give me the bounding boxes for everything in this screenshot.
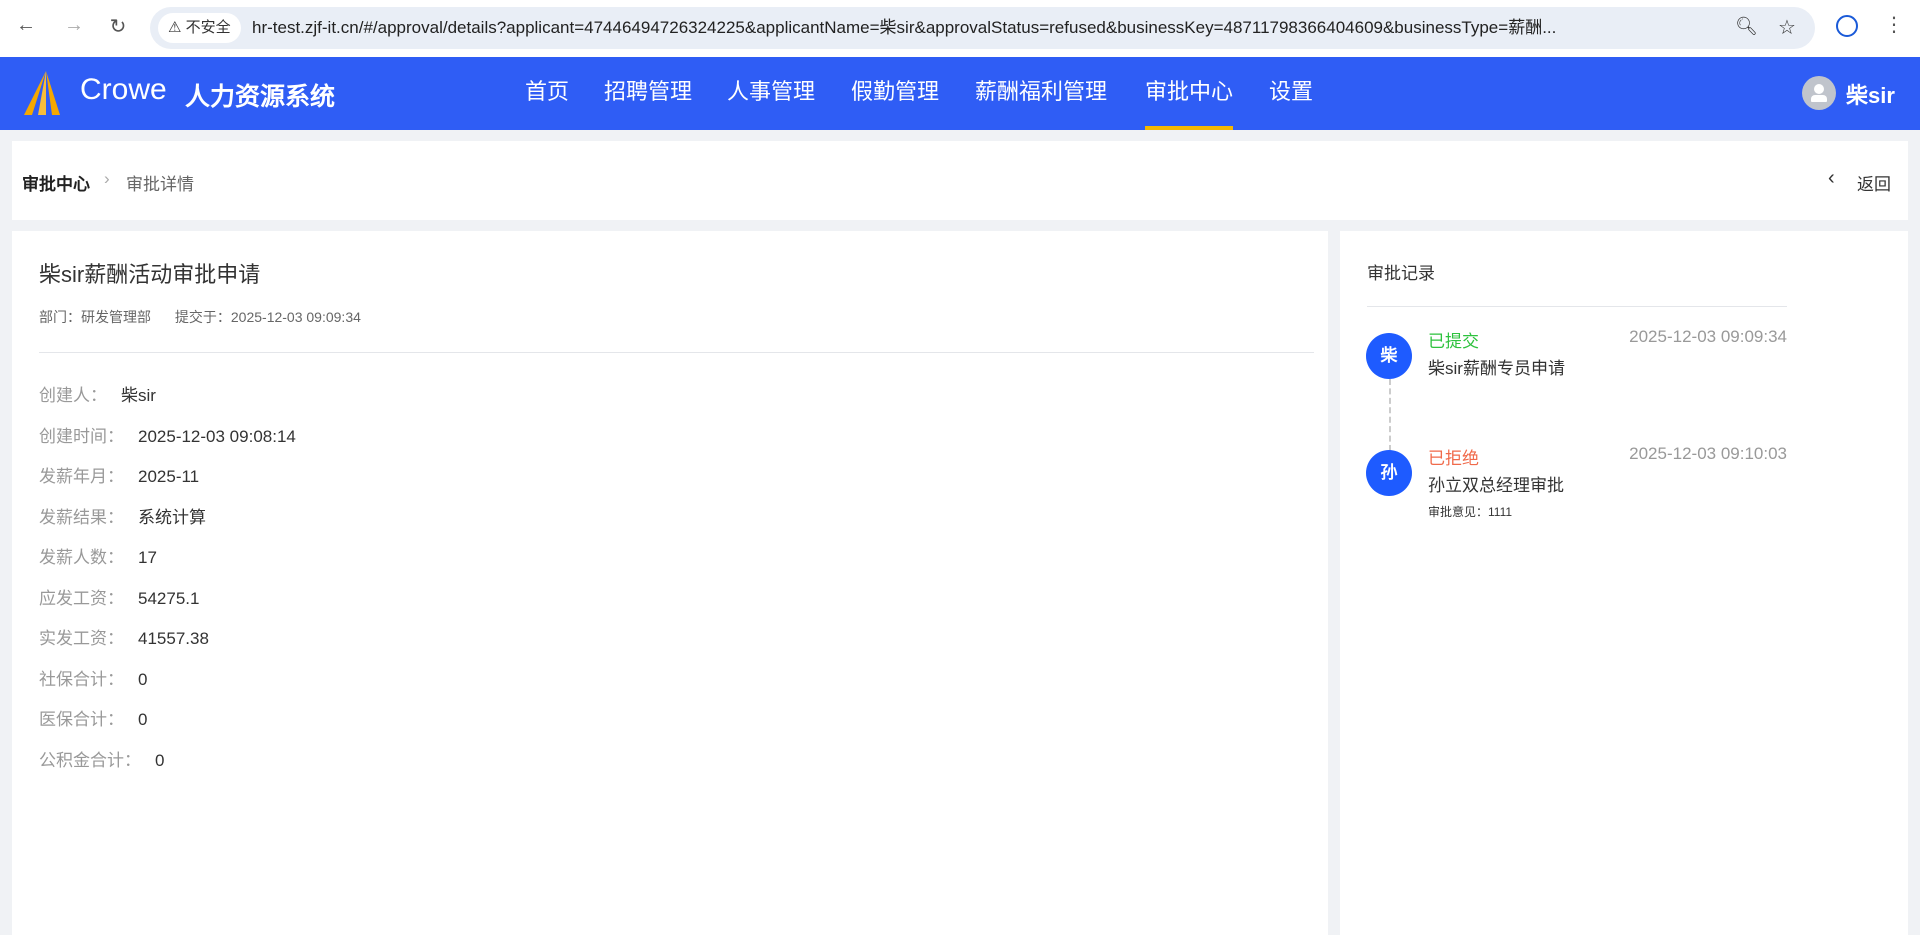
field-label: 发薪年月：: [39, 467, 124, 486]
detail-meta: 部门：研发管理部 提交于：2025-12-03 09:09:34: [39, 307, 361, 327]
field-row: 实发工资： 41557.38: [39, 624, 209, 649]
field-label: 实发工资：: [39, 629, 124, 648]
field-label: 创建时间：: [39, 426, 124, 446]
field-label: 医保合计：: [39, 710, 124, 729]
back-icon[interactable]: ←: [12, 14, 40, 37]
warning-icon: ⚠: [168, 19, 182, 36]
breadcrumb-root[interactable]: 审批中心: [22, 170, 90, 195]
detail-card: 柴sir薪酬活动审批申请 部门：研发管理部 提交于：2025-12-03 09:…: [12, 231, 1328, 812]
field-value: 0: [138, 710, 148, 729]
submit-label: 提交于：: [174, 309, 231, 325]
nav-payroll[interactable]: 薪酬福利管理: [975, 57, 1107, 127]
field-row: 发薪年月： 2025-11: [39, 462, 199, 487]
forward-icon[interactable]: →: [60, 14, 88, 37]
breadcrumb-separator-icon: ›: [104, 169, 110, 188]
field-row: 社保合计： 0: [39, 665, 147, 690]
record-desc: 柴sir薪酬专员申请: [1428, 359, 1565, 378]
browser-toolbar: ← → ↻ ⚠ 不安全 hr-test.zjf-it.cn/#/approval…: [0, 0, 1920, 57]
user-icon: [1814, 84, 1824, 94]
field-row: 创建人： 柴sir: [39, 381, 156, 406]
brand-name: Crowe: [80, 73, 167, 106]
star-icon[interactable]: ☆: [1778, 15, 1796, 40]
field-label: 发薪结果：: [39, 507, 124, 527]
field-value: 系统计算: [138, 507, 206, 527]
top-nav: Crowe 人力资源系统 首页 招聘管理 人事管理 假勤管理 薪酬福利管理 审批…: [0, 57, 1920, 130]
field-row: 应发工资： 54275.1: [39, 584, 199, 609]
field-value: 2025-12-03 09:08:14: [138, 426, 296, 446]
record-avatar: 孙: [1366, 450, 1412, 496]
field-value: 0: [138, 669, 148, 689]
breadcrumb-bar: 审批中心 › 审批详情 ‹ 返回: [12, 141, 1908, 220]
record-item: 柴 已提交 2025-12-03 09:09:34 柴sir薪酬专员申请: [1340, 327, 1908, 443]
field-row: 公积金合计： 0: [39, 746, 164, 771]
field-value: 柴sir: [121, 386, 156, 405]
record-avatar: 柴: [1366, 333, 1412, 379]
record-opinion: 审批意见：1111: [1428, 505, 1513, 519]
field-value: 41557.38: [138, 629, 209, 648]
nav-attendance[interactable]: 假勤管理: [851, 57, 939, 127]
user-name[interactable]: 柴sir: [1846, 78, 1895, 110]
menu-icon[interactable]: ⋮: [1884, 12, 1904, 37]
record-time: 2025-12-03 09:10:03: [1629, 444, 1787, 463]
record-status: 已提交: [1428, 332, 1479, 351]
divider: [39, 352, 1314, 353]
page-filler: [12, 812, 1328, 935]
user-avatar[interactable]: [1802, 76, 1836, 110]
dept-label: 部门：: [39, 309, 81, 325]
record-status: 已拒绝: [1428, 449, 1479, 468]
crowe-logo-icon: [24, 71, 60, 115]
field-row: 发薪结果： 系统计算: [39, 503, 206, 528]
records-divider: [1367, 306, 1787, 307]
url-text[interactable]: hr-test.zjf-it.cn/#/approval/details?app…: [252, 7, 1722, 49]
field-row: 发薪人数： 17: [39, 543, 157, 568]
back-button[interactable]: 返回: [1857, 170, 1891, 195]
field-label: 应发工资：: [39, 588, 124, 608]
back-chevron-icon[interactable]: ‹: [1828, 167, 1835, 190]
nav-personnel[interactable]: 人事管理: [727, 57, 815, 127]
zoom-icon[interactable]: 🔍︎: [1735, 16, 1758, 37]
breadcrumb-current: 审批详情: [126, 175, 194, 194]
field-value: 0: [155, 750, 165, 770]
user-icon-body: [1811, 95, 1827, 102]
security-chip[interactable]: ⚠ 不安全: [158, 13, 241, 43]
field-label: 发薪人数：: [39, 548, 124, 567]
field-value: 54275.1: [138, 588, 200, 608]
record-desc: 孙立双总经理审批: [1428, 476, 1564, 495]
nav-recruitment[interactable]: 招聘管理: [604, 57, 692, 127]
reload-icon[interactable]: ↻: [104, 14, 132, 39]
address-bar[interactable]: ⚠ 不安全 hr-test.zjf-it.cn/#/approval/detai…: [150, 7, 1815, 49]
field-label: 社保合计：: [39, 669, 124, 689]
field-label: 创建人：: [39, 386, 107, 405]
field-row: 创建时间： 2025-12-03 09:08:14: [39, 422, 296, 447]
profile-icon[interactable]: [1836, 15, 1858, 37]
nav-home[interactable]: 首页: [525, 57, 569, 127]
detail-title: 柴sir薪酬活动审批申请: [39, 262, 261, 287]
field-value: 2025-11: [138, 467, 200, 486]
nav-settings[interactable]: 设置: [1269, 57, 1313, 127]
security-label: 不安全: [185, 19, 231, 36]
field-value: 17: [138, 548, 157, 567]
record-time: 2025-12-03 09:09:34: [1629, 327, 1787, 346]
field-label: 公积金合计：: [39, 750, 141, 770]
dept-value: 研发管理部: [81, 309, 151, 325]
system-name: 人力资源系统: [185, 83, 336, 111]
field-row: 医保合计： 0: [39, 705, 147, 730]
nav-approval[interactable]: 审批中心: [1145, 57, 1234, 130]
records-title: 审批记录: [1367, 264, 1435, 283]
record-item: 孙 已拒绝 2025-12-03 09:10:03 孙立双总经理审批 审批意见：…: [1340, 444, 1908, 560]
submit-time: 2025-12-03 09:09:34: [230, 309, 361, 325]
approval-records-card: 审批记录 柴 已提交 2025-12-03 09:09:34 柴sir薪酬专员申…: [1340, 231, 1908, 935]
